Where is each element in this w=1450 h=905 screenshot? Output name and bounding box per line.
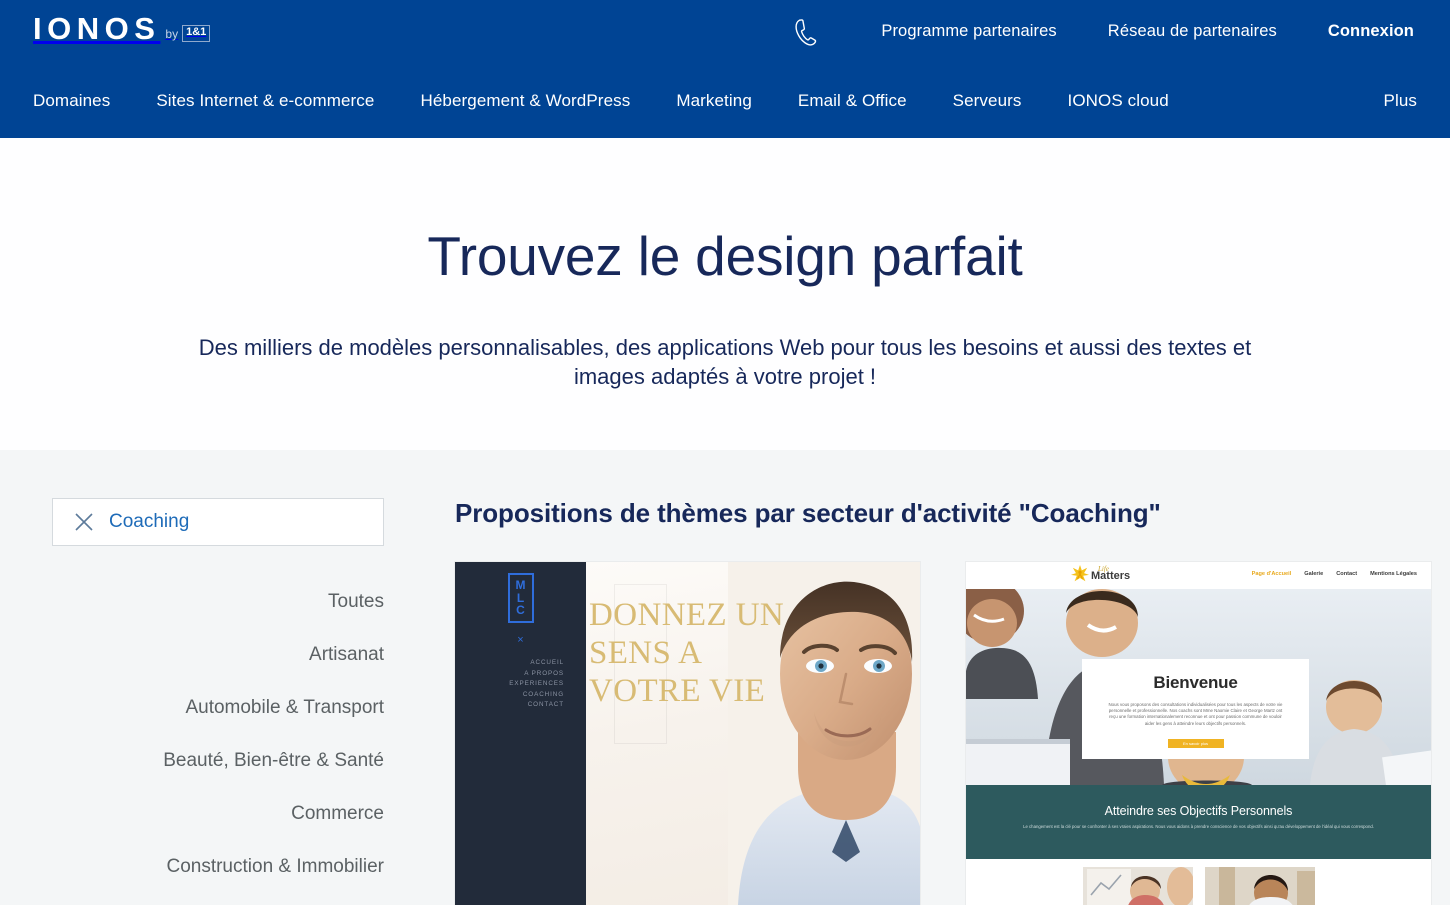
life-matters-nav: Page d'Accueil Galerie Contact Mentions … — [1252, 571, 1417, 577]
mlc-template-sidebar: M L C × ACCUEIL A PROPOS EXPERIENCES COA… — [455, 562, 586, 905]
phone-handset-icon[interactable] — [793, 17, 819, 47]
lm-cta-button[interactable]: En savoir plus — [1167, 739, 1224, 748]
top-link-reseau-de-partenaires[interactable]: Réseau de partenaires — [1108, 22, 1277, 41]
lm-band-body: Le changement est la clé pour se confron… — [1023, 824, 1374, 829]
hero-section: Trouvez le design parfait Des milliers d… — [0, 138, 1450, 450]
lm-nav-galerie: Galerie — [1304, 571, 1324, 577]
page-title: Trouvez le design parfait — [427, 225, 1023, 287]
logo-1and1-badge: 1&1 — [182, 25, 211, 42]
main-nav-items: Domaines Sites Internet & e-commerce Héb… — [33, 63, 1215, 138]
close-x-icon[interactable] — [73, 511, 95, 533]
mlc-headline: DONNEZ UN SENS A VOTRE VIE — [589, 597, 785, 709]
life-matters-topbar: Life Matters Page d'Accueil Galerie Cont… — [966, 562, 1431, 589]
hero-subtitle: Des milliers de modèles personnalisables… — [198, 335, 1252, 389]
main-navigation: Domaines Sites Internet & e-commerce Héb… — [0, 63, 1450, 138]
sunburst-star-icon — [1071, 565, 1089, 582]
lm-thumbnail-row — [966, 859, 1431, 905]
lm-welcome-card: Bienvenue Nous vous proposons des consul… — [1082, 659, 1309, 759]
lm-welcome-body: Nous vous proposons des consultations in… — [1108, 702, 1283, 726]
nav-item-serveurs[interactable]: Serveurs — [953, 91, 1022, 111]
nav-item-marketing[interactable]: Marketing — [676, 91, 752, 111]
mlc-logo: M L C — [507, 573, 534, 623]
mlc-nav-contact: CONTACT — [527, 701, 564, 708]
templates-panel: Propositions de thèmes par secteur d'act… — [455, 498, 1431, 905]
mlc-nav-coaching: COACHING — [522, 690, 564, 698]
life-matters-logo: Life Matters — [1071, 565, 1130, 583]
nav-item-hebergement-wordpress[interactable]: Hébergement & WordPress — [420, 91, 630, 111]
nav-item-email-office[interactable]: Email & Office — [798, 91, 907, 111]
active-filter-chip[interactable]: Coaching — [52, 498, 384, 546]
category-item-automobile-transport[interactable]: Automobile & Transport — [52, 681, 384, 734]
mlc-logo-letter-m: M — [515, 578, 526, 593]
top-link-connexion[interactable]: Connexion — [1328, 22, 1414, 41]
top-link-programme-partenaires[interactable]: Programme partenaires — [881, 22, 1056, 41]
category-item-beaute-bienetre-sante[interactable]: Beauté, Bien-être & Santé — [52, 734, 384, 787]
templates-panel-title: Propositions de thèmes par secteur d'act… — [455, 498, 1161, 528]
brand-bold-matters: Matters — [1091, 570, 1131, 582]
life-matters-hero-photo: Bienvenue Nous vous proposons des consul… — [966, 589, 1431, 785]
lm-thumbnail-2[interactable] — [1205, 867, 1315, 905]
mlc-template-nav: ACCUEIL A PROPOS EXPERIENCES COACHING CO… — [455, 658, 586, 711]
filter-sidebar: Coaching Toutes Artisanat Automobile & T… — [52, 498, 384, 893]
category-item-toutes[interactable]: Toutes — [52, 575, 384, 628]
lm-thumb1-photo — [1083, 867, 1193, 905]
lm-band-title: Atteindre ses Objectifs Personnels — [1104, 804, 1293, 818]
template-card-grid: M L C × ACCUEIL A PROPOS EXPERIENCES COA… — [455, 562, 1431, 905]
lm-welcome-title: Bienvenue — [1153, 673, 1238, 692]
lm-objectives-band: Atteindre ses Objectifs Personnels Le ch… — [966, 785, 1431, 859]
mlc-template-main: DONNEZ UN SENS A VOTRE VIE — [586, 562, 920, 905]
ionos-logo[interactable]: IONOS by 1&1 — [33, 11, 211, 46]
page-root: IONOS by 1&1 Programme partenaires Résea… — [0, 0, 1450, 905]
nav-item-ionos-cloud[interactable]: IONOS cloud — [1068, 91, 1169, 111]
lm-thumb2-photo — [1205, 867, 1315, 905]
mlc-nav-a-propos: A PROPOS — [524, 669, 564, 677]
category-item-commerce[interactable]: Commerce — [52, 787, 384, 840]
mlc-nav-accueil: ACCUEIL — [530, 659, 564, 666]
template-card-life-matters[interactable]: Life Matters Page d'Accueil Galerie Cont… — [966, 562, 1431, 905]
logo-by-text: by — [165, 27, 179, 41]
header-top-bar: IONOS by 1&1 Programme partenaires Résea… — [0, 0, 1450, 63]
life-matters-brandtext: Life Matters — [1091, 566, 1130, 582]
lm-nav-page-daccueil: Page d'Accueil — [1251, 571, 1292, 577]
lm-nav-mentions-legales: Mentions Légales — [1370, 571, 1417, 577]
nav-item-domaines[interactable]: Domaines — [33, 91, 110, 111]
category-item-construction-immobilier[interactable]: Construction & Immobilier — [52, 840, 384, 893]
nav-item-plus[interactable]: Plus — [1384, 91, 1417, 111]
category-list: Toutes Artisanat Automobile & Transport … — [52, 575, 384, 893]
lm-nav-contact: Contact — [1336, 571, 1358, 577]
site-header: IONOS by 1&1 Programme partenaires Résea… — [0, 0, 1450, 138]
main-nav-more: Plus — [1384, 63, 1417, 138]
nav-item-sites-internet-ecommerce[interactable]: Sites Internet & e-commerce — [156, 91, 374, 111]
mlc-x-mark: × — [517, 634, 524, 646]
active-filter-label: Coaching — [109, 511, 190, 532]
top-utility-nav: Programme partenaires Réseau de partenai… — [793, 0, 1414, 63]
mlc-logo-letter-c: C — [516, 603, 525, 618]
category-item-artisanat[interactable]: Artisanat — [52, 628, 384, 681]
template-card-mlc[interactable]: M L C × ACCUEIL A PROPOS EXPERIENCES COA… — [455, 562, 920, 905]
logo-wordmark: IONOS — [33, 11, 161, 46]
lm-thumbnail-1[interactable] — [1083, 867, 1193, 905]
mlc-nav-experiences: EXPERIENCES — [509, 680, 564, 687]
content-section: Coaching Toutes Artisanat Automobile & T… — [0, 450, 1450, 905]
